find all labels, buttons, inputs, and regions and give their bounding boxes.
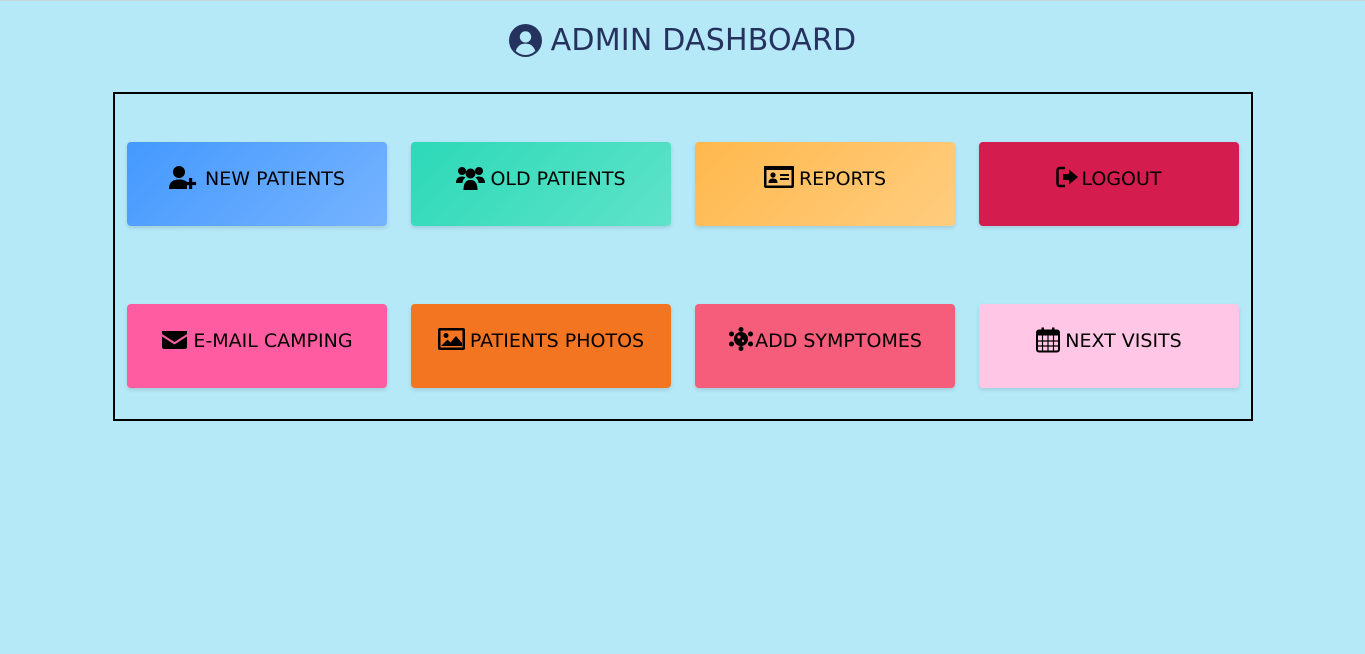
add-symptomes-label: ADD SYMPTOMES <box>755 330 922 352</box>
reports-label: REPORTS <box>798 168 887 190</box>
reports-button[interactable]: REPORTS <box>695 142 955 226</box>
new-patients-button[interactable]: NEW PATIENTS <box>127 142 387 226</box>
calendar-icon <box>1036 327 1061 353</box>
patients-photos-label: PATIENTS PHOTOS <box>469 330 645 352</box>
patients-photos-button[interactable]: PATIENTS PHOTOS <box>411 304 671 388</box>
email-camping-label: E-MAIL CAMPING <box>193 330 353 352</box>
page-header: ADMIN DASHBOARD <box>0 23 1365 58</box>
envelope-icon <box>161 327 188 353</box>
user-plus-icon <box>169 165 200 191</box>
logout-label: LOGOUT <box>1081 168 1162 190</box>
new-patients-label: NEW PATIENTS <box>205 168 345 190</box>
users-icon <box>456 165 486 191</box>
logout-button[interactable]: LOGOUT <box>979 142 1239 226</box>
dashboard-panel: NEW PATIENTS OLD PATIENTS REPORTS LOGOUT… <box>113 92 1253 421</box>
next-visits-button[interactable]: NEXT VISITS <box>979 304 1239 388</box>
page-title: ADMIN DASHBOARD <box>550 23 857 58</box>
add-symptomes-button[interactable]: ADD SYMPTOMES <box>695 304 955 388</box>
next-visits-label: NEXT VISITS <box>1065 330 1182 352</box>
id-card-icon <box>763 165 794 191</box>
email-camping-button[interactable]: E-MAIL CAMPING <box>127 304 387 388</box>
image-icon <box>437 327 465 353</box>
virus-icon <box>728 327 754 353</box>
user-circle-icon <box>508 24 542 57</box>
sign-out-icon <box>1056 165 1080 191</box>
old-patients-button[interactable]: OLD PATIENTS <box>411 142 671 226</box>
old-patients-label: OLD PATIENTS <box>490 168 626 190</box>
